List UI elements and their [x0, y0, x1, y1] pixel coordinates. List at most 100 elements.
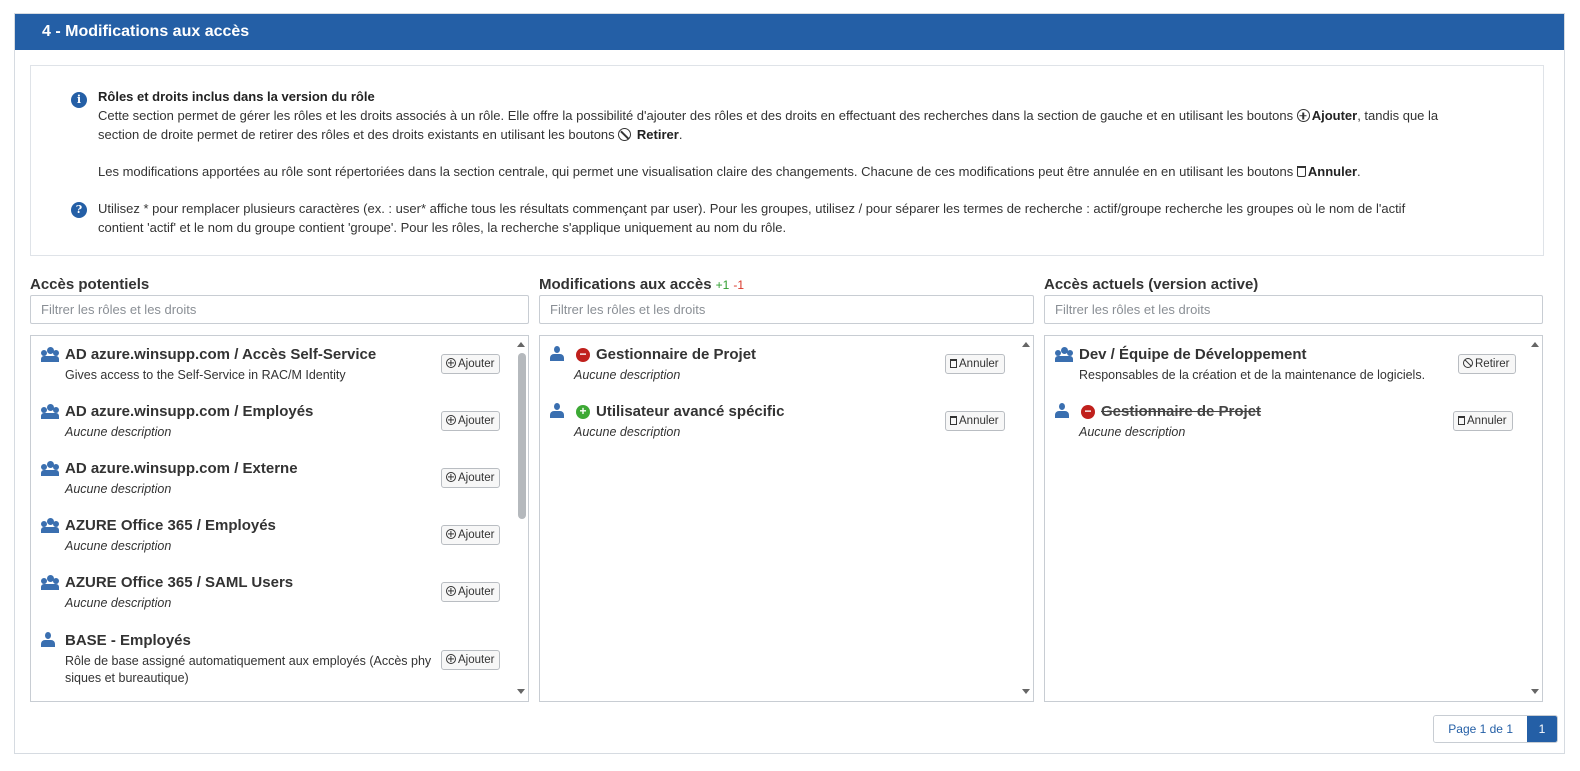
group-icon: [41, 347, 59, 362]
add-button-label: Ajouter: [458, 472, 495, 484]
group-icon: [41, 404, 59, 419]
info-cancel-label: Annuler: [1307, 164, 1358, 179]
scroll-up-arrow-icon[interactable]: [1022, 342, 1030, 347]
group-icon: [41, 575, 59, 590]
user-icon: [550, 403, 564, 419]
potential-filter-input[interactable]: [30, 295, 529, 324]
changes-list[interactable]: − Gestionnaire de Projet Aucune descript…: [539, 335, 1034, 702]
item-description: Aucune description: [574, 368, 681, 382]
add-button[interactable]: Ajouter: [441, 411, 501, 431]
item-description: Aucune description: [1079, 425, 1186, 439]
add-button-label: Ajouter: [458, 654, 495, 666]
current-title-text: Accès actuels (version active): [1044, 276, 1259, 293]
list-item: − Gestionnaire de Projet Aucune descript…: [540, 336, 1019, 392]
info-para1-c: section de droite permet de retirer des …: [98, 127, 619, 142]
potential-access-list[interactable]: AD azure.winsupp.com / Accès Self-Servic…: [30, 335, 529, 702]
group-icon: [41, 518, 59, 533]
group-icon: [1055, 347, 1073, 362]
page-button-1[interactable]: 1: [1527, 716, 1557, 742]
scroll-up-arrow-icon[interactable]: [517, 342, 525, 347]
scroll-down-arrow-icon[interactable]: [1531, 689, 1539, 694]
item-title: Gestionnaire de Projet: [596, 346, 757, 363]
cancel-button-label: Annuler: [959, 415, 999, 427]
add-button-label: Ajouter: [458, 529, 495, 541]
current-scrollbar[interactable]: [1528, 336, 1542, 701]
add-button-label: Ajouter: [458, 586, 495, 598]
item-title: AD azure.winsupp.com / Employés: [65, 403, 314, 420]
list-item: AD azure.winsupp.com / Accès Self-Servic…: [31, 336, 514, 392]
info-remove-label: Retirer: [636, 127, 679, 142]
user-icon: [550, 346, 564, 362]
list-item: AZURE Office 365 / Employés Aucune descr…: [31, 507, 514, 563]
scroll-down-arrow-icon[interactable]: [517, 689, 525, 694]
item-title: Gestionnaire de Projet: [1101, 403, 1262, 420]
group-icon: [41, 461, 59, 476]
info-para1-a: Cette section permet de gérer les rôles …: [98, 108, 1297, 123]
item-description: Aucune description: [574, 425, 681, 439]
removed-count: -1: [733, 278, 745, 292]
add-circle-icon: [446, 472, 456, 482]
add-button[interactable]: Ajouter: [441, 354, 501, 374]
info-paragraph-1b: section de droite permet de retirer des …: [98, 127, 683, 142]
item-description: Aucune description: [65, 425, 172, 439]
current-access-list[interactable]: Dev / Équipe de Développement Responsabl…: [1044, 335, 1543, 702]
changes-scrollbar[interactable]: [1019, 336, 1033, 701]
scroll-thumb[interactable]: [518, 353, 526, 519]
pagination: Page 1 de 1 1: [1433, 715, 1558, 743]
info-paragraph-1: Cette section permet de gérer les rôles …: [98, 106, 1538, 125]
info-add-label: Ajouter: [1311, 108, 1358, 123]
help-line-1: Utilisez * pour remplacer plusieurs cara…: [98, 201, 1406, 216]
item-description: Gives access to the Self-Service in RAC/…: [65, 368, 346, 382]
cancel-button[interactable]: Annuler: [1453, 411, 1513, 431]
ban-icon: [1463, 358, 1473, 368]
item-title: AD azure.winsupp.com / Accès Self-Servic…: [65, 346, 377, 363]
add-button-label: Ajouter: [458, 358, 495, 370]
changes-filter-input[interactable]: [539, 295, 1034, 324]
removed-status-icon: −: [576, 348, 590, 362]
trash-icon: [1296, 166, 1306, 177]
list-item: Dev / Équipe de Développement Responsabl…: [1045, 336, 1528, 392]
list-item: AD azure.winsupp.com / Externe Aucune de…: [31, 450, 514, 506]
cancel-button[interactable]: Annuler: [945, 411, 1005, 431]
info-box: i Rôles et droits inclus dans la version…: [30, 65, 1544, 256]
scroll-down-arrow-icon[interactable]: [1022, 689, 1030, 694]
info-heading-text: Rôles et droits inclus dans la version d…: [98, 89, 375, 104]
removed-status-icon: −: [1081, 405, 1095, 419]
page-info: Page 1 de 1: [1434, 716, 1527, 742]
list-item: AD azure.winsupp.com / Employés Aucune d…: [31, 393, 514, 449]
add-button[interactable]: Ajouter: [441, 650, 501, 670]
remove-button[interactable]: Retirer: [1458, 354, 1516, 374]
add-circle-icon: [446, 654, 456, 664]
current-access-title: Accès actuels (version active): [1044, 276, 1258, 293]
trash-icon: [1458, 416, 1465, 425]
add-button[interactable]: Ajouter: [441, 525, 501, 545]
item-description: Aucune description: [65, 539, 172, 553]
add-button[interactable]: Ajouter: [441, 468, 501, 488]
add-button-label: Ajouter: [458, 415, 495, 427]
user-icon: [1055, 403, 1069, 419]
current-filter-input[interactable]: [1044, 295, 1543, 324]
added-status-icon: +: [576, 405, 590, 419]
potential-access-title: Accès potentiels: [30, 276, 149, 293]
item-title: AZURE Office 365 / SAML Users: [65, 574, 294, 591]
changes-title: Modifications aux accès +1 -1: [539, 276, 744, 293]
item-title: BASE - Employés: [65, 632, 191, 649]
potential-scrollbar[interactable]: [514, 336, 528, 701]
list-item: + Utilisateur avancé spécific Aucune des…: [540, 393, 1019, 449]
add-button[interactable]: Ajouter: [441, 582, 501, 602]
item-title: Utilisateur avancé spécific: [596, 403, 785, 420]
cancel-button-label: Annuler: [959, 358, 999, 370]
info-para2-a: Les modifications apportées au rôle sont…: [98, 164, 1297, 179]
cancel-button[interactable]: Annuler: [945, 354, 1005, 374]
scroll-up-arrow-icon[interactable]: [1531, 342, 1539, 347]
potential-title-text: Accès potentiels: [30, 276, 150, 293]
add-circle-icon: [446, 529, 456, 539]
section-title: 4 - Modifications aux accès: [15, 14, 1564, 50]
add-circle-icon: [1296, 109, 1310, 122]
list-item: BASE - Employés Rôle de base assigné aut…: [31, 622, 514, 692]
list-item: AZURE Office 365 / SAML Users Aucune des…: [31, 564, 514, 620]
trash-icon: [950, 416, 957, 425]
add-circle-icon: [446, 415, 456, 425]
list-item: − Gestionnaire de Projet Aucune descript…: [1045, 393, 1528, 449]
added-count: +1: [715, 278, 730, 292]
